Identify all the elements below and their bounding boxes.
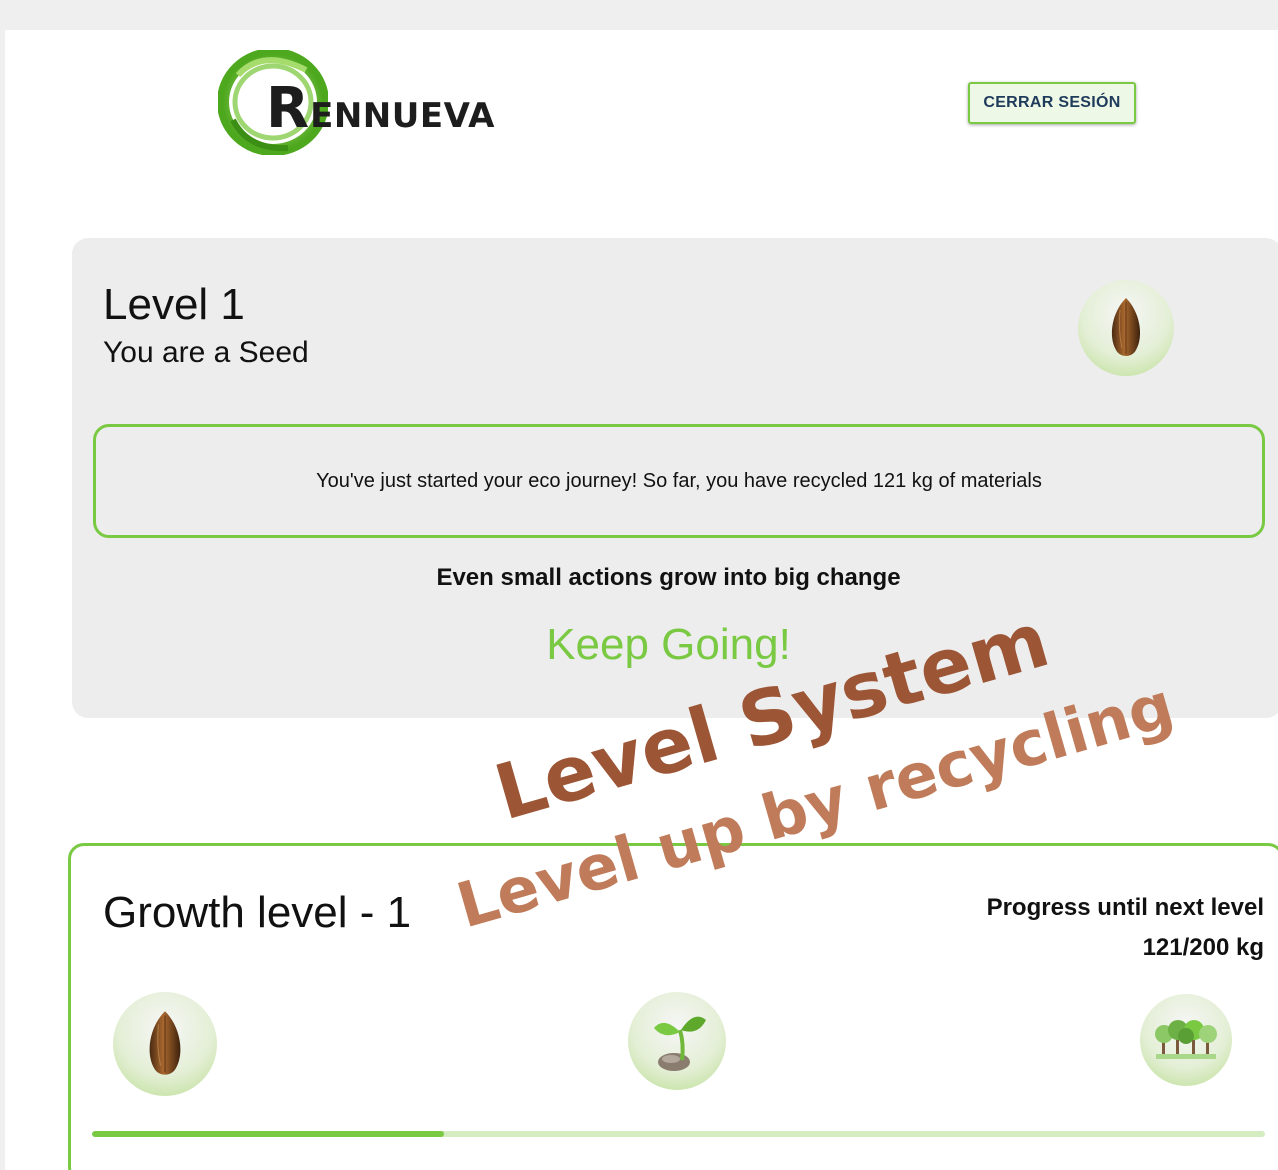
level-subtitle: You are a Seed bbox=[103, 336, 309, 369]
progress-label: Progress until next level bbox=[986, 894, 1264, 921]
logout-button[interactable]: CERRAR SESIÓN bbox=[968, 82, 1136, 124]
logo-letters-rest: ENNUEVA bbox=[310, 96, 495, 136]
level-progress-fill bbox=[92, 1131, 444, 1137]
level-avatar bbox=[1078, 280, 1174, 376]
recycling-summary-box: You've just started your eco journey! So… bbox=[93, 424, 1265, 538]
rennueva-logo: RENNUEVA bbox=[218, 50, 563, 160]
level-progress-bar bbox=[92, 1131, 1265, 1137]
progress-value: 121/200 kg bbox=[1142, 934, 1264, 961]
encouragement-text: Keep Going! bbox=[546, 620, 791, 669]
motto-text: Even small actions grow into big change bbox=[436, 564, 901, 591]
recycling-summary-text: You've just started your eco journey! So… bbox=[316, 469, 1042, 492]
seed-icon bbox=[1111, 298, 1141, 356]
logo-text: RENNUEVA bbox=[266, 76, 495, 141]
growth-title: Growth level - 1 bbox=[103, 888, 412, 937]
stage-sprout bbox=[628, 992, 726, 1090]
forest-icon bbox=[1155, 1020, 1217, 1059]
level-title: Level 1 bbox=[103, 280, 245, 329]
logo-letter-r: R bbox=[266, 76, 311, 141]
stage-forest bbox=[1140, 994, 1232, 1086]
sprout-icon bbox=[654, 1016, 706, 1071]
stage-seed bbox=[113, 992, 217, 1096]
seed-icon bbox=[149, 1011, 181, 1075]
